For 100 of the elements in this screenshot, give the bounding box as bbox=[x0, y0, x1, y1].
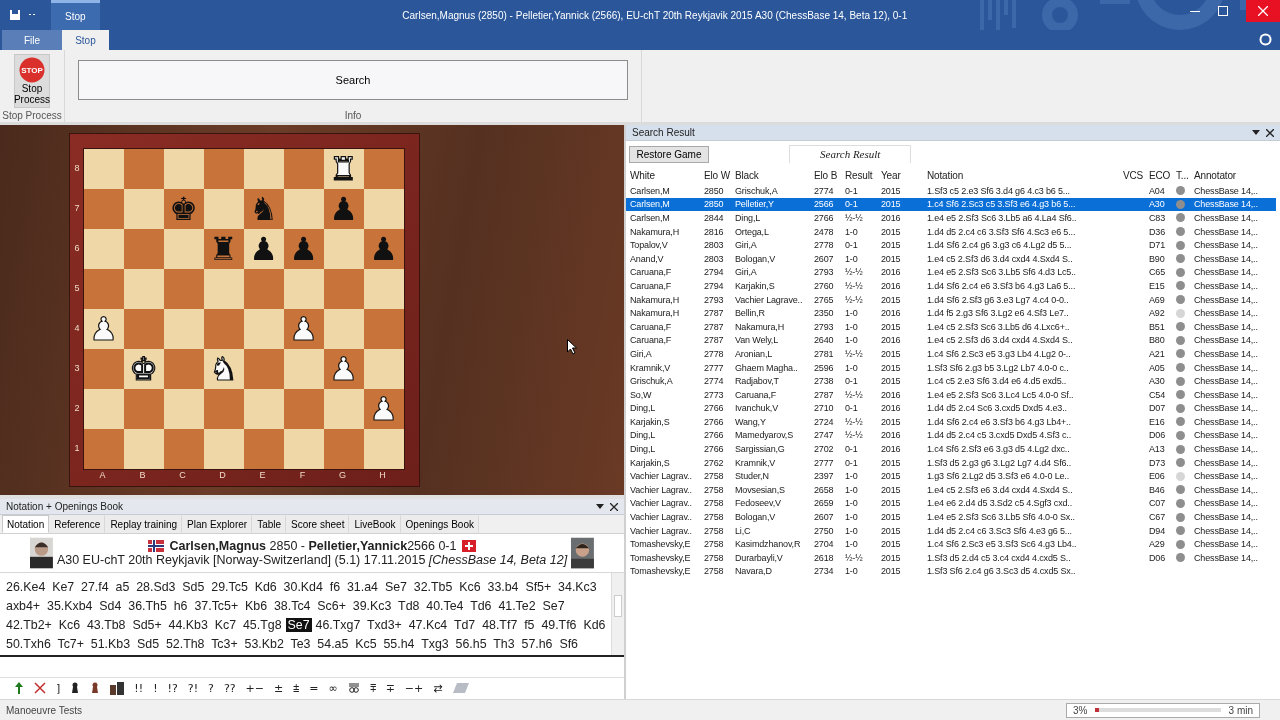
table-row[interactable]: Vachier Lagrav.. 2758 Li,C 2750 1-0 2015 1.d4 d5 2.c4 c6 3.Sc3 Sf6 4.e3 g6 5... D94 ChessBase 14,.. bbox=[626, 523, 1276, 538]
board-square[interactable] bbox=[83, 229, 124, 269]
restore-game-button[interactable]: Restore Game bbox=[629, 146, 709, 163]
column-header[interactable]: Year bbox=[881, 169, 927, 181]
annotation-symbol[interactable]: !? bbox=[167, 681, 178, 695]
evaluation-symbol[interactable]: ⇄ bbox=[433, 681, 443, 695]
save-icon[interactable] bbox=[9, 9, 21, 21]
board-square[interactable]: ♟ bbox=[283, 229, 324, 269]
panel-tab[interactable]: Reference bbox=[49, 515, 106, 533]
table-row[interactable]: Tomashevsky,E 2758 Kasimdzhanov,R 2704 1-0 2015 1.c4 Sf6 2.Sc3 e5 3.Sf3 Sc6 4.g3 Lb4.. A29 ChessBase 14,.. bbox=[626, 537, 1276, 552]
search-button[interactable]: Search bbox=[78, 60, 628, 100]
table-row[interactable]: Nakamura,H 2787 Bellin,R 2350 1-0 2016 1.d4 f5 2.g3 Sf6 3.Lg2 e6 4.Sf3 Le7.. A92 ChessBase 14,.. bbox=[626, 306, 1276, 320]
table-row[interactable]: Anand,V 2803 Bologan,V 2607 1-0 2015 1.e4 c5 2.Sf3 d6 3.d4 cxd4 4.Sxd4 S.. B90 ChessBase 14,.. bbox=[626, 251, 1276, 266]
evaluation-symbol[interactable]: ∓ bbox=[385, 681, 395, 695]
table-row[interactable]: Carlsen,M 2850 Pelletier,Y 2566 0-1 2015 1.c4 Sf6 2.Sc3 c5 3.Sf3 e6 4.g3 b6 5... A30 ChessBase 14,.. bbox=[626, 197, 1276, 212]
bracket-symbol[interactable]: ] bbox=[56, 681, 61, 695]
table-row[interactable]: Karjakin,S 2762 Kramnik,V 2777 0-1 2015 1.Sf3 d5 2.g3 g6 3.Lg2 Lg7 4.d4 Sf6.. D73 ChessBase 14,.. bbox=[626, 455, 1276, 470]
chess-piece[interactable]: ♟ bbox=[369, 233, 398, 265]
table-row[interactable]: Carlsen,M 2850 Grischuk,A 2774 0-1 2015 1.Sf3 c5 2.e3 Sf6 3.d4 g6 4.c3 b6 5... A04 ChessBase 14,.. bbox=[626, 184, 1276, 198]
move-text[interactable]: 42.Tb2+ Kc6 43.Tb8 Sd5+ 44.Kb3 Kc7 45.Tg8 bbox=[6, 617, 282, 632]
table-row[interactable]: Caruana,F 2794 Giri,A 2793 ½-½ 2016 1.e4 e5 2.Sf3 Sc6 3.Lb5 Sf6 4.d3 Lc5.. C65 ChessBase 14,.. bbox=[626, 265, 1276, 280]
table-row[interactable]: Giri,A 2778 Aronian,L 2781 ½-½ 2015 1.c4 Sf6 2.Sc3 e5 3.g3 Lb4 4.Lg2 0-.. A21 ChessBase 14,.. bbox=[626, 347, 1276, 361]
board-square[interactable] bbox=[83, 389, 124, 429]
evaluation-symbol[interactable]: ⩱ bbox=[369, 681, 376, 695]
table-row[interactable]: Vachier Lagrav.. 2758 Fedoseev,V 2659 1-0 2015 1.e4 e6 2.d4 d5 3.Sd2 c5 4.Sgf3 cxd.. C07 ChessBase 14,.. bbox=[626, 496, 1276, 511]
chess-piece[interactable]: ♟ bbox=[289, 233, 318, 265]
chess-piece[interactable]: ♚ bbox=[169, 193, 198, 225]
dropdown-icon[interactable] bbox=[1252, 129, 1260, 136]
current-move[interactable]: Se7 bbox=[285, 617, 312, 632]
ribbon-tab[interactable]: File bbox=[2, 30, 63, 50]
evaluation-symbol[interactable]: ∞ bbox=[328, 681, 338, 695]
table-row[interactable]: Tomashevsky,E 2758 Navara,D 2734 1-0 2015 1.Sf3 Sf6 2.c4 g6 3.Sc3 d5 4.cxd5 Sx.. bbox=[626, 564, 1276, 579]
table-row[interactable]: Nakamura,H 2816 Ortega,L 2478 1-0 2015 1.d4 d5 2.c4 c6 3.Sf3 Sf6 4.Sc3 e6 5... D36 ChessBase 14,.. bbox=[626, 224, 1276, 239]
ribbon-tab[interactable]: Stop bbox=[62, 30, 109, 50]
panel-tab[interactable]: LiveBook bbox=[349, 515, 401, 533]
column-header[interactable]: Notation bbox=[927, 169, 1123, 181]
column-header[interactable]: Annotator bbox=[1194, 169, 1266, 181]
column-header[interactable]: White bbox=[630, 169, 704, 181]
cross-icon[interactable] bbox=[34, 682, 46, 694]
panel-tab[interactable]: Openings Book bbox=[400, 515, 479, 533]
close-icon[interactable] bbox=[610, 502, 618, 511]
compensation-icon[interactable] bbox=[347, 682, 360, 694]
table-row[interactable]: So,W 2773 Caruana,F 2787 ½-½ 2016 1.e4 e5 2.Sf3 Sc6 3.Lc4 Lc5 4.0-0 Sf.. C54 ChessBase 14,.. bbox=[626, 387, 1276, 402]
table-row[interactable]: Ding,L 2766 Sargissian,G 2702 0-1 2016 1.c4 Sf6 2.Sf3 e6 3.g3 d5 4.Lg2 dxc.. A13 ChessBase 14,.. bbox=[626, 442, 1276, 456]
annotation-symbol[interactable]: ?? bbox=[223, 681, 236, 695]
table-row[interactable]: Ding,L 2766 Mamedyarov,S 2747 ½-½ 2016 1.d4 d5 2.c4 c5 3.cxd5 Dxd5 4.Sf3 c.. D06 ChessBase 14,.. bbox=[626, 428, 1276, 443]
table-row[interactable]: Carlsen,M 2844 Ding,L 2766 ½-½ 2016 1.e4 e5 2.Sf3 Sc6 3.Lb5 a6 4.La4 Sf6.. C83 ChessBase 14,.. bbox=[626, 211, 1276, 225]
board-square[interactable]: ♜ bbox=[203, 229, 244, 269]
column-header[interactable]: Elo W bbox=[704, 169, 735, 181]
chess-piece[interactable]: ♟ bbox=[329, 193, 358, 225]
table-row[interactable]: Caruana,F 2787 Nakamura,H 2793 1-0 2015 1.e4 c5 2.Sf3 Sc6 3.Lb5 d6 4.Lxc6+.. B51 ChessBase 14,.. bbox=[626, 319, 1276, 334]
annotation-symbol[interactable]: ?! bbox=[187, 681, 199, 695]
pieces-icon[interactable] bbox=[110, 681, 125, 695]
column-header[interactable]: Result bbox=[845, 169, 881, 181]
board-square[interactable]: ♟ bbox=[323, 189, 364, 229]
evaluation-symbol[interactable]: ± bbox=[274, 681, 284, 695]
board-square[interactable]: ♚ bbox=[163, 189, 204, 229]
move-text[interactable]: 50.Txh6 Tc7+ 51.Kb3 Sd5 52.Th8 Tc3+ 53.Kb2 Te3 54.a5 Kc5 55.h4 Txg3 56.h5 Th3 57.h6 Sf6 bbox=[6, 636, 578, 651]
pawn-icon[interactable] bbox=[70, 682, 81, 694]
chess-piece[interactable]: ♞ bbox=[249, 193, 278, 225]
table-row[interactable]: Tomashevsky,E 2758 Durarbayli,V 2618 ½-½ 2015 1.Sf3 d5 2.d4 c5 3.c4 cxd4 4.cxd5 S.. D06 ChessBase 14,.. bbox=[626, 551, 1276, 565]
board-square[interactable]: ♞ bbox=[243, 189, 284, 229]
search-result-tab[interactable]: Search Result bbox=[789, 145, 912, 163]
table-row[interactable]: Vachier Lagrav.. 2758 Studer,N 2397 1-0 2015 1.g3 Sf6 2.Lg2 d5 3.Sf3 e6 4.0-0 Le.. E06 ChessBase 14,.. bbox=[626, 469, 1276, 484]
evaluation-symbol[interactable]: = bbox=[309, 681, 319, 695]
move-text[interactable]: 26.Ke4 Ke7 27.f4 a5 28.Sd3 Sd5 29.Tc5 Kd6 30.Kd4 f6 31.a4 Se7 32.Tb5 Kc6 33.b4 Sf5+ 34.Kc3 bbox=[6, 579, 597, 594]
scrollbar[interactable] bbox=[611, 573, 624, 655]
maximize-icon[interactable] bbox=[1218, 6, 1228, 16]
panel-tab[interactable]: Replay training bbox=[105, 515, 183, 533]
pawn-icon[interactable] bbox=[90, 682, 101, 694]
move-text[interactable]: axb4+ 35.Kxb4 Sd4 36.Th5 h6 37.Tc5+ Kb6 38.Tc4 Sc6+ 39.Kc3 Td8 40.Te4 Td6 41.Te2 Se7 bbox=[6, 598, 565, 613]
table-row[interactable]: Kramnik,V 2777 Ghaem Magha.. 2596 1-0 2015 1.Sf3 Sf6 2.g3 b5 3.Lg2 Lb7 4.0-0 c.. A05 ChessBase 14,.. bbox=[626, 360, 1276, 375]
annotation-symbol[interactable]: !! bbox=[134, 681, 144, 695]
help-icon[interactable] bbox=[1259, 33, 1272, 46]
panel-tab[interactable]: Table bbox=[252, 515, 287, 533]
dropdown-icon[interactable] bbox=[596, 503, 604, 510]
stop-process-button[interactable]: STOP Stop Process bbox=[14, 54, 50, 108]
table-row[interactable]: Ding,L 2766 Ivanchuk,V 2710 0-1 2016 1.d4 d5 2.c4 Sc6 3.cxd5 Dxd5 4.e3.. D07 ChessBase 14,.. bbox=[626, 401, 1276, 416]
table-row[interactable]: Nakamura,H 2793 Vachier Lagrave.. 2765 ½-½ 2015 1.d4 Sf6 2.Sf3 g6 3.e3 Lg7 4.c4 0-0.. A69 ChessBase 14,.. bbox=[626, 292, 1276, 307]
table-row[interactable]: Topalov,V 2803 Giri,A 2778 0-1 2015 1.d4 Sf6 2.c4 g6 3.g3 c6 4.Lg2 d5 5... D71 ChessBase 14,.. bbox=[626, 238, 1276, 252]
column-header[interactable]: ECO bbox=[1149, 169, 1176, 181]
evaluation-symbol[interactable]: −+ bbox=[404, 681, 424, 695]
chess-piece[interactable]: ♜ bbox=[209, 233, 238, 265]
evaluation-symbol[interactable]: ⩲ bbox=[293, 681, 300, 695]
eraser-icon[interactable] bbox=[452, 683, 469, 693]
board-square[interactable] bbox=[83, 149, 124, 189]
table-row[interactable]: Vachier Lagrav.. 2758 Bologan,V 2607 1-0 2015 1.e4 e5 2.Sf3 Sc6 3.Lb5 Sf6 4.0-0 Sx.. C67 ChessBase 14,.. bbox=[626, 510, 1276, 524]
board-square[interactable]: ♟ bbox=[363, 229, 404, 269]
column-header[interactable]: Elo B bbox=[814, 169, 845, 181]
arrow-up-icon[interactable] bbox=[14, 682, 24, 694]
close-icon[interactable] bbox=[1266, 128, 1274, 137]
chess-piece[interactable]: ♟ bbox=[249, 233, 278, 265]
board-square[interactable]: ♟ bbox=[243, 229, 284, 269]
table-row[interactable]: Karjakin,S 2766 Wang,Y 2724 ½-½ 2015 1.d4 Sf6 2.c4 e6 3.Sf3 b6 4.g3 Lb4+.. E16 ChessBase 14,.. bbox=[626, 415, 1276, 429]
annotation-symbol[interactable]: ? bbox=[208, 681, 214, 695]
table-row[interactable]: Caruana,F 2794 Karjakin,S 2760 ½-½ 2016 1.d4 Sf6 2.c4 e6 3.Sf3 b6 4.g3 La6 5... E15 ChessBase 14,.. bbox=[626, 279, 1276, 293]
chessboard[interactable]: 8 7 6 5 4 3 2 1 ♜ ♚ ♞ ♟ ♜ ♟ ♟ ♟ ♟ ♟ ♚ ♞ ♟ ♟ A B C D E F G H bbox=[68, 133, 420, 487]
evaluation-symbol[interactable]: +− bbox=[245, 681, 264, 695]
annotation-symbol[interactable]: ! bbox=[153, 681, 158, 695]
table-row[interactable]: Grischuk,A 2774 Radjabov,T 2738 0-1 2015 1.c4 c5 2.e3 Sf6 3.d4 e6 4.d5 exd5.. A30 ChessBase 14,.. bbox=[626, 374, 1276, 388]
